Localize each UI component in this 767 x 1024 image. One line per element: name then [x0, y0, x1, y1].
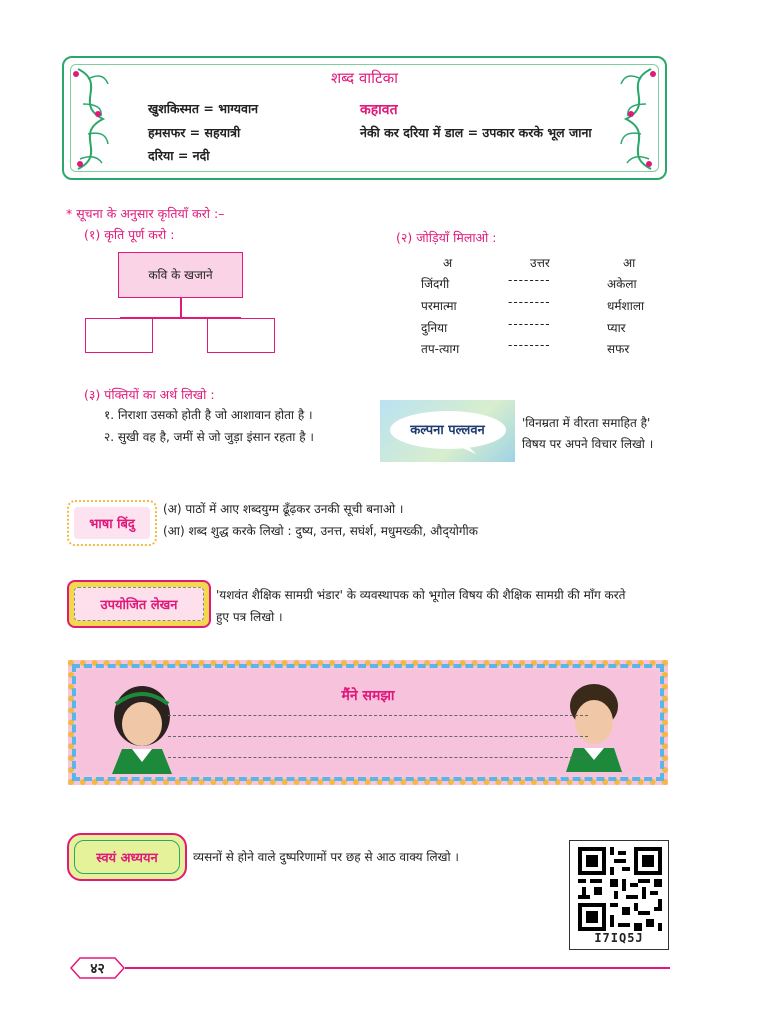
task3-heading: (३) पंक्तियों का अर्थ लिखो :: [84, 387, 215, 402]
kriti-answer-box[interactable]: [85, 318, 153, 353]
match-left-item: परमात्मा: [421, 299, 457, 313]
page-number-tag: ४२: [70, 956, 125, 980]
vocab-word: हमसफर = सहयात्री: [148, 125, 241, 140]
column-header: अ: [443, 256, 453, 270]
kalpana-label: कल्पना पल्लवन: [410, 423, 485, 438]
answer-blank[interactable]: --------: [508, 338, 551, 352]
column-header: उत्तर: [530, 256, 550, 270]
swayam-badge: स्वयं अध्ययन: [67, 833, 187, 881]
match-right-item: अकेला: [607, 277, 637, 291]
qr-code-text: I7IQ5J: [594, 931, 644, 945]
upyojit-text: हुए पत्र लिखो ।: [216, 610, 283, 624]
vocab-word: खुशकिस्मत = भाग्यवान: [148, 101, 259, 116]
connector-line: [180, 298, 182, 318]
upyojit-badge: उपयोजित लेखन: [67, 580, 211, 628]
kalpana-text: 'विनम्रता में वीरता समाहित है': [522, 416, 651, 430]
understood-box: मैंने समझा: [68, 660, 668, 785]
match-right-item: सफर: [607, 342, 630, 356]
kriti-answer-box[interactable]: [207, 318, 275, 353]
writing-line[interactable]: [168, 757, 588, 758]
footer-line: [125, 967, 670, 969]
match-left-item: जिंदगी: [421, 277, 450, 291]
proverb-text: नेकी कर दरिया में डाल = उपकार करके भूल ज…: [360, 125, 592, 140]
column-header: आ: [623, 256, 636, 270]
kriti-center-label: कवि के खजाने: [148, 268, 213, 282]
qr-code-icon: [578, 847, 662, 931]
qr-code[interactable]: I7IQ5J: [569, 840, 669, 950]
answer-blank[interactable]: --------: [508, 273, 551, 287]
bhasha-badge: भाषा बिंदु: [67, 500, 157, 546]
swayam-label: स्वयं अध्ययन: [96, 851, 158, 866]
answer-blank[interactable]: --------: [508, 295, 551, 309]
vocab-title: शब्द वाटिका: [330, 69, 398, 87]
task3-line: २. सुखी वह है, जमीं से जो जुड़ा इंसान रह…: [104, 430, 314, 444]
kalpana-text: विषय पर अपने विचार लिखो ।: [522, 437, 654, 451]
upyojit-label: उपयोजित लेखन: [100, 598, 178, 613]
writing-line[interactable]: [168, 736, 588, 737]
bhasha-label: भाषा बिंदु: [89, 517, 135, 532]
match-right-item: प्यार: [607, 321, 626, 335]
match-left-item: तप-त्याग: [421, 342, 460, 356]
kalpana-badge: कल्पना पल्लवन: [380, 400, 515, 462]
bhasha-text: (अ) पाठों में आए शब्दयुग्म ढूँढ़कर उनकी …: [163, 502, 404, 516]
task3-line: १. निराशा उसको होती है जो आशावान होता है…: [104, 408, 313, 422]
task1-heading: (१) कृति पूर्ण करो :: [84, 227, 175, 242]
answer-blank[interactable]: --------: [508, 317, 551, 331]
understood-title: मैंने समझा: [341, 688, 395, 704]
instructions: * सूचना के अनुसार कृतियाँ करो :–: [66, 206, 225, 221]
match-left-item: दुनिया: [421, 321, 448, 335]
bhasha-text: (आ) शब्द शुद्ध करके लिखो : दुष्य, उनत्त,…: [163, 524, 478, 538]
vocab-box: शब्द वाटिका खुशकिस्मत = भाग्यवान हमसफर =…: [62, 56, 667, 180]
page-number: ४२: [90, 961, 105, 977]
kriti-center-box: कवि के खजाने: [118, 252, 243, 298]
task2-heading: (२) जोड़ियाँ मिलाओ :: [396, 230, 497, 245]
proverb-heading: कहावत: [360, 102, 398, 118]
match-right-item: धर्मशाला: [607, 299, 645, 313]
vocab-word: दरिया = नदी: [148, 148, 210, 163]
writing-line[interactable]: [168, 715, 588, 716]
upyojit-text: 'यशवंत शैक्षिक सामग्री भंडार' के व्यवस्थ…: [216, 588, 626, 602]
swayam-text: व्यसनों से होने वाले दुष्परिणामों पर छह …: [193, 850, 459, 864]
